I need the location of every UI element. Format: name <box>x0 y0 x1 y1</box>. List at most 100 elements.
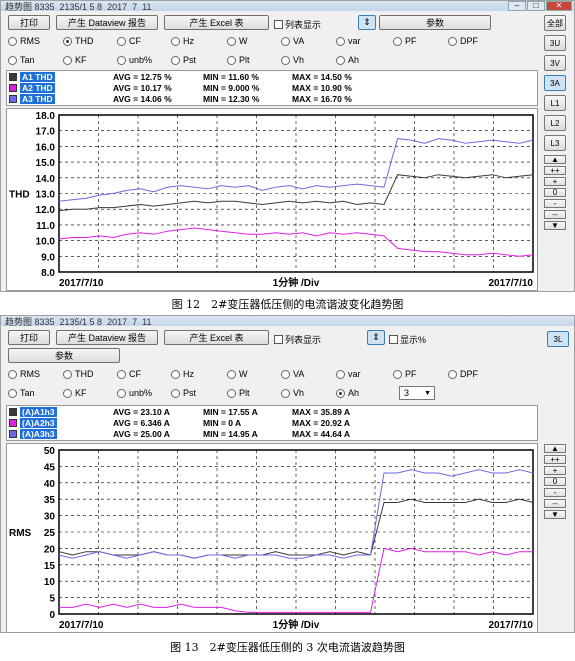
radio-dot[interactable] <box>336 36 345 46</box>
radio-dot[interactable] <box>171 388 180 398</box>
radio-unbpct[interactable]: unb% <box>117 55 152 65</box>
side-button-3l[interactable]: 3L <box>547 331 569 347</box>
zoom-button[interactable]: 0 <box>544 477 566 486</box>
side-button-3v[interactable]: 3V <box>544 55 566 71</box>
side-button-全部[interactable]: 全部 <box>544 15 566 31</box>
scroll-up-icon[interactable]: ▲ <box>544 155 566 164</box>
print-button[interactable]: 打印 <box>8 15 50 30</box>
radio-dot[interactable] <box>8 369 17 379</box>
radio-thd[interactable]: THD <box>63 36 94 46</box>
radio-dot[interactable] <box>281 369 290 379</box>
radio-dot[interactable] <box>448 36 457 46</box>
radio-plt[interactable]: Plt <box>227 55 250 65</box>
radio-dot[interactable] <box>63 36 72 46</box>
zoom-button[interactable]: - <box>544 488 566 497</box>
legend-row[interactable]: A1 THD AVG = 12.75 % MIN = 11.60 % MAX = 14… <box>7 72 537 82</box>
checkbox-box[interactable] <box>274 20 283 29</box>
radio-rms[interactable]: RMS <box>8 369 40 379</box>
excel-export-button[interactable]: 产生 Excel 表 <box>164 15 269 30</box>
legend-row[interactable]: A2 THD AVG = 10.17 % MIN = 9.000 % MAX = 10… <box>7 83 537 93</box>
dataview-report-button[interactable]: 产生 Dataview 报告 <box>56 15 158 30</box>
zoom-button[interactable]: + <box>544 177 566 186</box>
percent-display-checkbox[interactable]: 显示% <box>389 333 426 346</box>
radio-ah[interactable]: Ah <box>336 55 359 65</box>
radio-kf[interactable]: KF <box>63 388 87 398</box>
radio-pst[interactable]: Pst <box>171 388 196 398</box>
excel-export-button[interactable]: 产生 Excel 表 <box>164 330 269 345</box>
radio-dpf[interactable]: DPF <box>448 369 478 379</box>
radio-pst[interactable]: Pst <box>171 55 196 65</box>
radio-dot[interactable] <box>117 55 126 65</box>
radio-dot[interactable] <box>227 36 236 46</box>
radio-dot[interactable] <box>8 55 17 65</box>
close-button[interactable]: ✕ <box>546 1 572 11</box>
radio-ah[interactable]: Ah <box>336 388 359 398</box>
radio-dot[interactable] <box>281 55 290 65</box>
radio-dot[interactable] <box>117 369 126 379</box>
checkbox-box[interactable] <box>274 335 283 344</box>
radio-cf[interactable]: CF <box>117 369 141 379</box>
radio-dot[interactable] <box>448 369 457 379</box>
radio-dot[interactable] <box>171 55 180 65</box>
radio-va[interactable]: VA <box>281 369 304 379</box>
radio-vh[interactable]: Vh <box>281 388 304 398</box>
radio-dot[interactable] <box>336 369 345 379</box>
radio-rms[interactable]: RMS <box>8 36 40 46</box>
dataview-report-button[interactable]: 产生 Dataview 报告 <box>56 330 158 345</box>
side-button-l2[interactable]: L2 <box>544 115 566 131</box>
params-button[interactable]: 参数 <box>8 348 120 363</box>
scroll-down-icon[interactable]: ▼ <box>544 510 566 519</box>
radio-vh[interactable]: Vh <box>281 55 304 65</box>
radio-dot[interactable] <box>8 388 17 398</box>
side-button-3u[interactable]: 3U <box>544 35 566 51</box>
radio-hz[interactable]: Hz <box>171 36 194 46</box>
params-button[interactable]: 参数 <box>379 15 491 30</box>
zoom-button[interactable]: ++ <box>544 455 566 464</box>
radio-dot[interactable] <box>281 388 290 398</box>
radio-plt[interactable]: Plt <box>227 388 250 398</box>
radio-dot[interactable] <box>281 36 290 46</box>
zoom-button[interactable]: 0 <box>544 188 566 197</box>
radio-dot[interactable] <box>393 36 402 46</box>
radio-dot[interactable] <box>227 55 236 65</box>
legend-row[interactable]: (A)A2h3 AVG = 6.346 A MIN = 0 A MAX = 20.92… <box>7 418 537 428</box>
checkbox-box[interactable] <box>389 335 398 344</box>
list-display-checkbox[interactable]: 列表显示 <box>274 333 321 346</box>
zoom-button[interactable]: - <box>544 199 566 208</box>
radio-w[interactable]: W <box>227 369 248 379</box>
zoom-button[interactable]: -- <box>544 499 566 508</box>
radio-dot[interactable] <box>336 388 345 398</box>
zoom-button[interactable]: + <box>544 466 566 475</box>
print-button[interactable]: 打印 <box>8 330 50 345</box>
radio-tan[interactable]: Tan <box>8 55 35 65</box>
harmonic-order-select[interactable]: 3 ▼ <box>399 386 435 400</box>
scroll-down-icon[interactable]: ▼ <box>544 221 566 230</box>
radio-var[interactable]: var <box>336 36 361 46</box>
side-button-l1[interactable]: L1 <box>544 95 566 111</box>
legend-row[interactable]: (A)A3h3 AVG = 25.00 A MIN = 14.95 A MAX = 4… <box>7 429 537 439</box>
radio-kf[interactable]: KF <box>63 55 87 65</box>
radio-pf[interactable]: PF <box>393 369 417 379</box>
radio-w[interactable]: W <box>227 36 248 46</box>
radio-hz[interactable]: Hz <box>171 369 194 379</box>
radio-tan[interactable]: Tan <box>8 388 35 398</box>
radio-dot[interactable] <box>63 369 72 379</box>
radio-pf[interactable]: PF <box>393 36 417 46</box>
side-button-l3[interactable]: L3 <box>544 135 566 151</box>
radio-thd[interactable]: THD <box>63 369 94 379</box>
radio-dot[interactable] <box>63 388 72 398</box>
fit-icon[interactable]: ⇕ <box>367 330 385 345</box>
radio-dot[interactable] <box>171 369 180 379</box>
zoom-button[interactable]: -- <box>544 210 566 219</box>
radio-dpf[interactable]: DPF <box>448 36 478 46</box>
radio-va[interactable]: VA <box>281 36 304 46</box>
minimize-button[interactable]: – <box>508 1 526 11</box>
radio-var[interactable]: var <box>336 369 361 379</box>
radio-cf[interactable]: CF <box>117 36 141 46</box>
radio-unbpct[interactable]: unb% <box>117 388 152 398</box>
radio-dot[interactable] <box>227 369 236 379</box>
legend-row[interactable]: A3 THD AVG = 14.06 % MIN = 12.30 % MAX = 16… <box>7 94 537 104</box>
radio-dot[interactable] <box>227 388 236 398</box>
radio-dot[interactable] <box>8 36 17 46</box>
legend-row[interactable]: (A)A1h3 AVG = 23.10 A MIN = 17.55 A MAX = 3… <box>7 407 537 417</box>
